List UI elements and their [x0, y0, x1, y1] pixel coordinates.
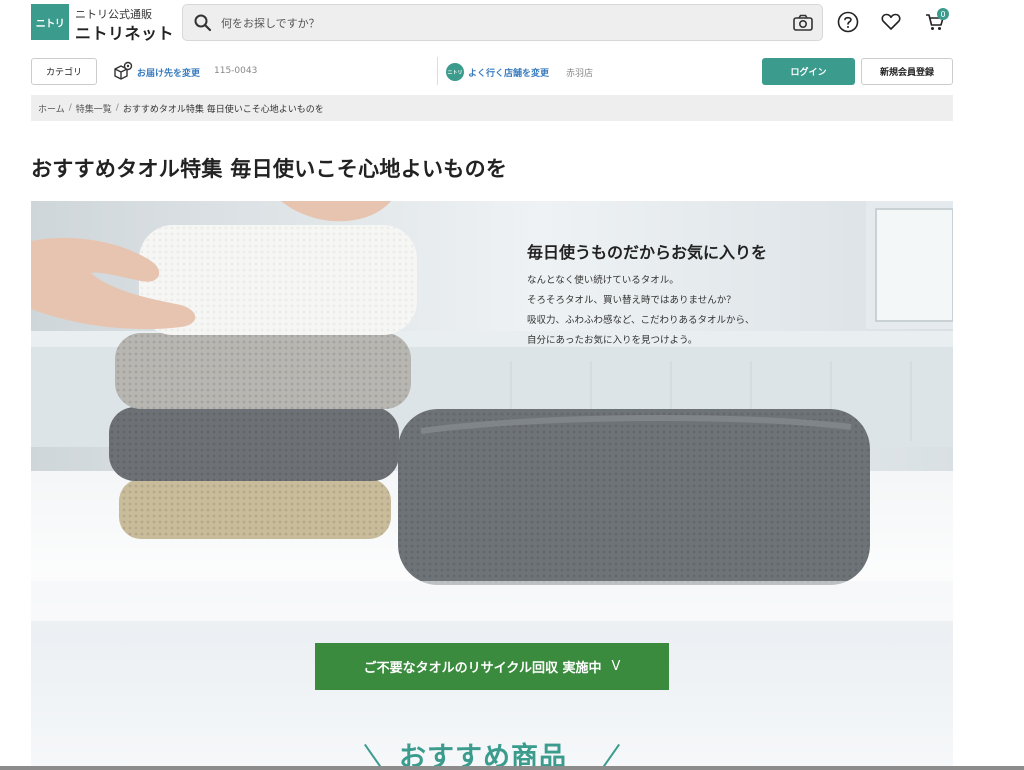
- logo-title[interactable]: ニトリネット: [75, 20, 174, 44]
- recycle-campaign-label: ご不要なタオルのリサイクル回収 実施中: [363, 661, 602, 676]
- divider: [437, 57, 438, 85]
- heart-icon[interactable]: [880, 11, 902, 33]
- search-icon[interactable]: [193, 13, 213, 33]
- login-button[interactable]: ログイン: [762, 58, 855, 85]
- sub-navigation: カテゴリ お届け先を変更 115-0043 ニトリ よく行く店舗を変更 赤羽店 …: [0, 56, 1024, 88]
- register-button[interactable]: 新規会員登録: [861, 58, 953, 85]
- recommended-products-title: おすすめ商品: [399, 742, 567, 770]
- search-input[interactable]: [221, 11, 781, 35]
- site-header: ニトリ ニトリ公式通販 ニトリネット 0: [0, 0, 1024, 45]
- help-icon[interactable]: [837, 11, 859, 33]
- hero-text-line: 吸収力、ふわふわ感など、こだわりあるタオルから、: [527, 315, 755, 326]
- camera-icon[interactable]: [792, 13, 814, 33]
- towel-hero-image: [31, 201, 953, 621]
- breadcrumb-features[interactable]: 特集一覧: [76, 102, 112, 115]
- store-logo-icon: ニトリ: [446, 63, 464, 81]
- breadcrumb-separator: /: [68, 103, 72, 113]
- delivery-location-icon[interactable]: [113, 61, 133, 81]
- nitori-logo[interactable]: ニトリ: [31, 4, 69, 40]
- cart-count-badge: 0: [937, 8, 949, 20]
- hero-heading: 毎日使うものだからお気に入りを: [527, 243, 768, 262]
- change-store-link[interactable]: よく行く店舗を変更: [468, 66, 549, 79]
- hero-text-line: 自分にあったお気に入りを見つけよう。: [527, 335, 698, 346]
- change-delivery-link[interactable]: お届け先を変更: [137, 66, 200, 79]
- hero-text-line: そろそろタオル、買い替え時ではありませんか？: [527, 295, 736, 306]
- delivery-zip: 115-0043: [214, 66, 258, 76]
- breadcrumb-current: おすすめタオル特集 毎日使いこそ心地よいものを: [122, 104, 324, 115]
- horizontal-scrollbar[interactable]: [0, 766, 1024, 770]
- recycle-campaign-button[interactable]: ご不要なタオルのリサイクル回収 実施中 V: [315, 643, 669, 690]
- hero-banner: 毎日使うものだからお気に入りを なんとなく使い続けているタオル。 そろそろタオル…: [31, 201, 953, 770]
- store-name: 赤羽店: [566, 69, 594, 79]
- page-title: おすすめタオル特集 毎日使いこそ心地よいものを: [31, 157, 508, 181]
- search-bar: [182, 4, 823, 41]
- breadcrumb-separator: /: [115, 103, 119, 113]
- hero-text-line: なんとなく使い続けているタオル。: [527, 275, 679, 286]
- breadcrumb-home[interactable]: ホーム: [38, 102, 65, 115]
- breadcrumb: ホーム / 特集一覧 / おすすめタオル特集 毎日使いこそ心地よいものを: [31, 95, 953, 121]
- category-button[interactable]: カテゴリ: [31, 58, 97, 85]
- chevron-down-icon: V: [611, 659, 621, 674]
